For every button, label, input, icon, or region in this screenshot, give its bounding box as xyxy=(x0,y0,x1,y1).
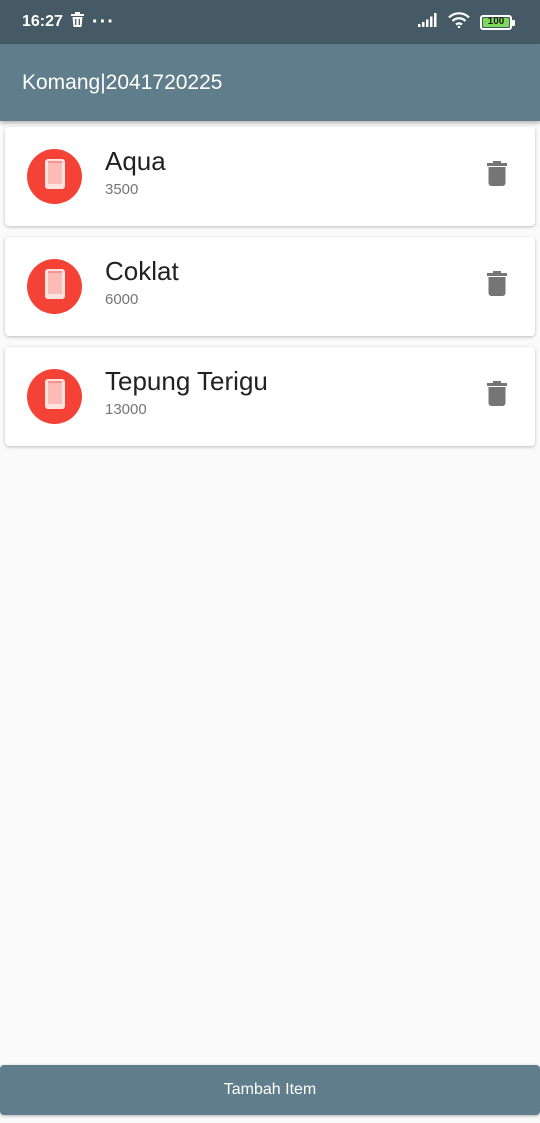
status-bar: 16:27 ··· 100 xyxy=(0,0,540,44)
item-texts: Aqua 3500 xyxy=(105,145,166,198)
item-name: Tepung Terigu xyxy=(105,366,268,396)
wifi-icon xyxy=(448,11,470,33)
item-price: 6000 xyxy=(105,291,139,308)
item-name: Coklat xyxy=(105,256,179,286)
item-price: 3500 xyxy=(105,181,139,198)
list-item[interactable]: Coklat 6000 xyxy=(5,237,535,336)
item-avatar xyxy=(27,369,82,424)
delete-button[interactable] xyxy=(485,161,509,191)
add-item-button[interactable]: Tambah Item xyxy=(0,1065,540,1115)
item-name: Aqua xyxy=(105,146,166,176)
battery-level: 100 xyxy=(483,17,509,27)
signal-icon xyxy=(418,12,438,32)
status-time: 16:27 xyxy=(22,13,63,30)
trash-icon xyxy=(487,271,507,301)
battery-icon: 100 xyxy=(480,14,515,30)
status-left: 16:27 ··· xyxy=(22,11,115,34)
item-avatar xyxy=(27,149,82,204)
page-title: Komang|2041720225 xyxy=(22,70,223,94)
trash-icon xyxy=(487,161,507,191)
trash-notification-icon xyxy=(70,12,84,32)
list-item[interactable]: Tepung Terigu 13000 xyxy=(5,347,535,446)
more-notifications-icon: ··· xyxy=(91,10,115,33)
status-right: 100 xyxy=(418,11,515,33)
item-list: Aqua 3500 Coklat 6000 Tepung Terigu 1300… xyxy=(5,127,535,457)
item-texts: Coklat 6000 xyxy=(105,255,179,308)
delete-button[interactable] xyxy=(485,271,509,301)
item-avatar xyxy=(27,259,82,314)
delete-button[interactable] xyxy=(485,381,509,411)
app-bar: Komang|2041720225 xyxy=(0,44,540,121)
trash-icon xyxy=(487,381,507,411)
item-price: 13000 xyxy=(105,401,147,418)
phone-icon xyxy=(44,379,65,414)
phone-icon xyxy=(44,269,65,304)
phone-icon xyxy=(44,159,65,194)
list-item[interactable]: Aqua 3500 xyxy=(5,127,535,226)
item-texts: Tepung Terigu 13000 xyxy=(105,365,268,418)
